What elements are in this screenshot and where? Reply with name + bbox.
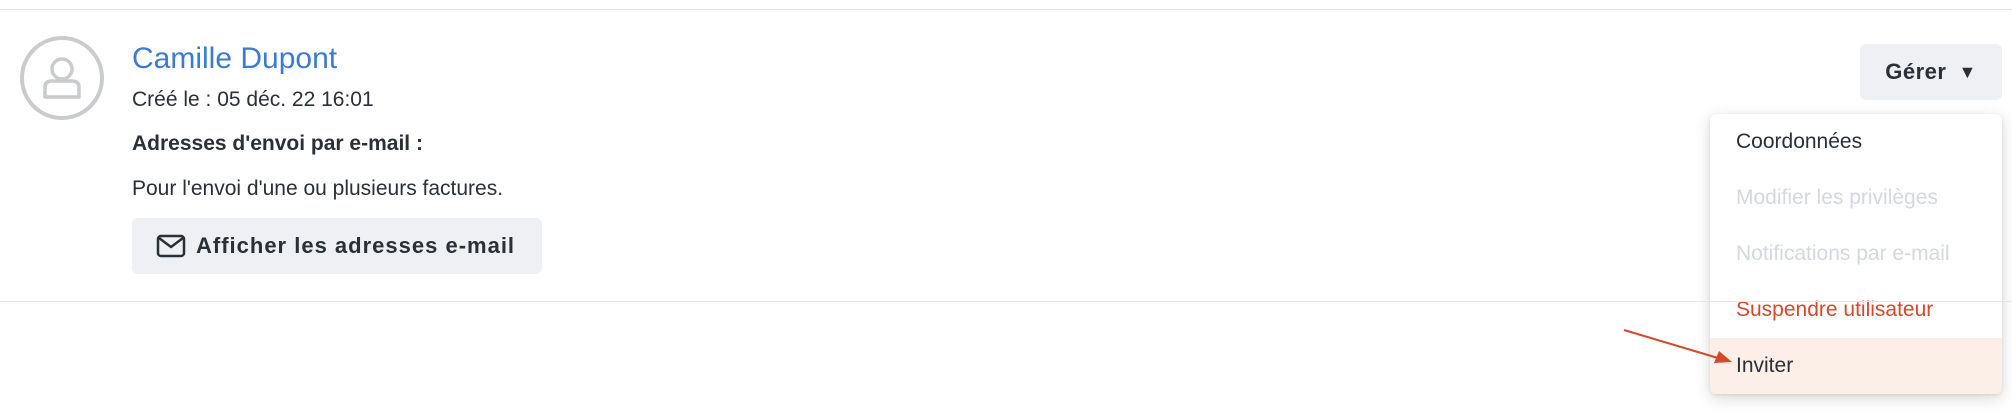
- menu-item-edit-privileges: Modifier les privilèges: [1736, 186, 1938, 209]
- menu-item-invite[interactable]: Inviter: [1710, 338, 2002, 394]
- menu-item-contact-details[interactable]: Coordonnées: [1710, 114, 2002, 170]
- top-divider: [0, 9, 2012, 10]
- menu-item-suspend-user[interactable]: Suspendre utilisateur: [1710, 282, 2002, 338]
- user-card-page: Camille Dupont Créé le : 05 déc. 22 16:0…: [0, 0, 2012, 416]
- show-email-addresses-label: Afficher les adresses e-mail: [196, 233, 516, 258]
- user-name-link[interactable]: Camille Dupont: [132, 40, 337, 78]
- annotation-arrow: [1623, 329, 1732, 363]
- menu-item-email-notifications: Notifications par e-mail: [1736, 242, 1950, 265]
- created-date: Créé le : 05 déc. 22 16:01: [132, 88, 374, 111]
- manage-dropdown-menu: Coordonnées Modifier les privilèges Noti…: [1710, 114, 2002, 394]
- avatar: [20, 36, 104, 120]
- email-addresses-description: Pour l'envoi d'une ou plusieurs factures…: [132, 177, 504, 200]
- caret-down-icon: ▼: [1958, 61, 1977, 82]
- manage-dropdown-button[interactable]: Gérer ▼: [1860, 44, 2002, 100]
- bottom-divider: [0, 301, 2012, 302]
- user-placeholder-icon: [43, 57, 81, 99]
- envelope-icon: [156, 234, 186, 258]
- show-email-addresses-button[interactable]: Afficher les adresses e-mail: [132, 218, 542, 274]
- email-addresses-heading: Adresses d'envoi par e-mail :: [132, 132, 423, 155]
- manage-label: Gérer: [1885, 59, 1947, 84]
